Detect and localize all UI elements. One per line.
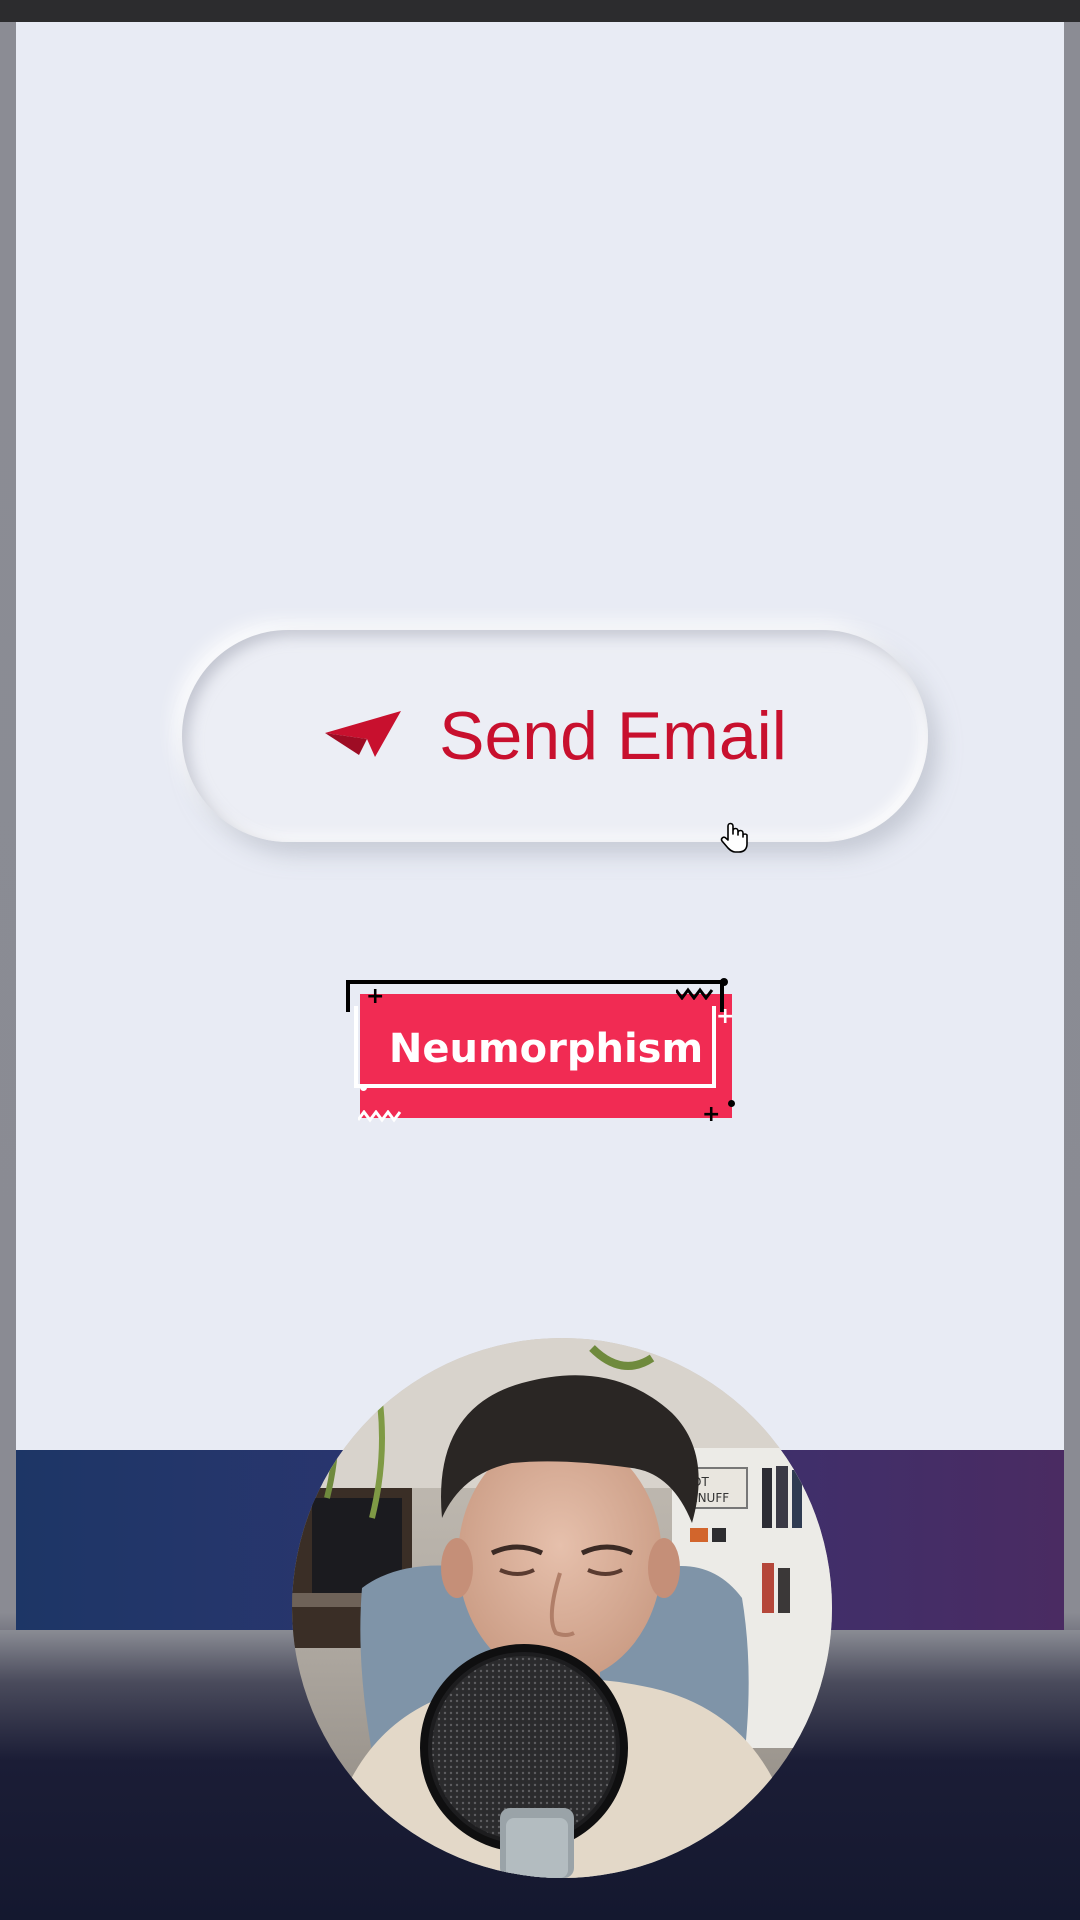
zigzag-decoration-icon: [674, 986, 716, 1003]
dot-decoration-icon: [360, 1084, 367, 1091]
caption-text: Neumorphism: [388, 1026, 704, 1072]
dot-decoration-icon: [720, 978, 728, 986]
plus-decoration-icon: +: [702, 1102, 721, 1127]
send-email-label: Send Email: [439, 698, 787, 774]
plus-decoration-icon: +: [716, 1004, 735, 1029]
hand-pointer-icon: [720, 822, 748, 854]
send-email-button[interactable]: Send Email: [182, 630, 928, 842]
zigzag-decoration-icon: [356, 1109, 402, 1127]
video-frame: Send Email Neumorphism + + + OT ENUFF: [0, 0, 1080, 1920]
caption-badge: Neumorphism + + +: [344, 978, 736, 1127]
presenter-webcam: OT ENUFF: [292, 1338, 832, 1878]
plus-decoration-icon: +: [366, 984, 385, 1009]
top-bar: [0, 0, 1080, 22]
dot-decoration-icon: [728, 1100, 735, 1107]
paper-plane-icon: [323, 711, 403, 761]
